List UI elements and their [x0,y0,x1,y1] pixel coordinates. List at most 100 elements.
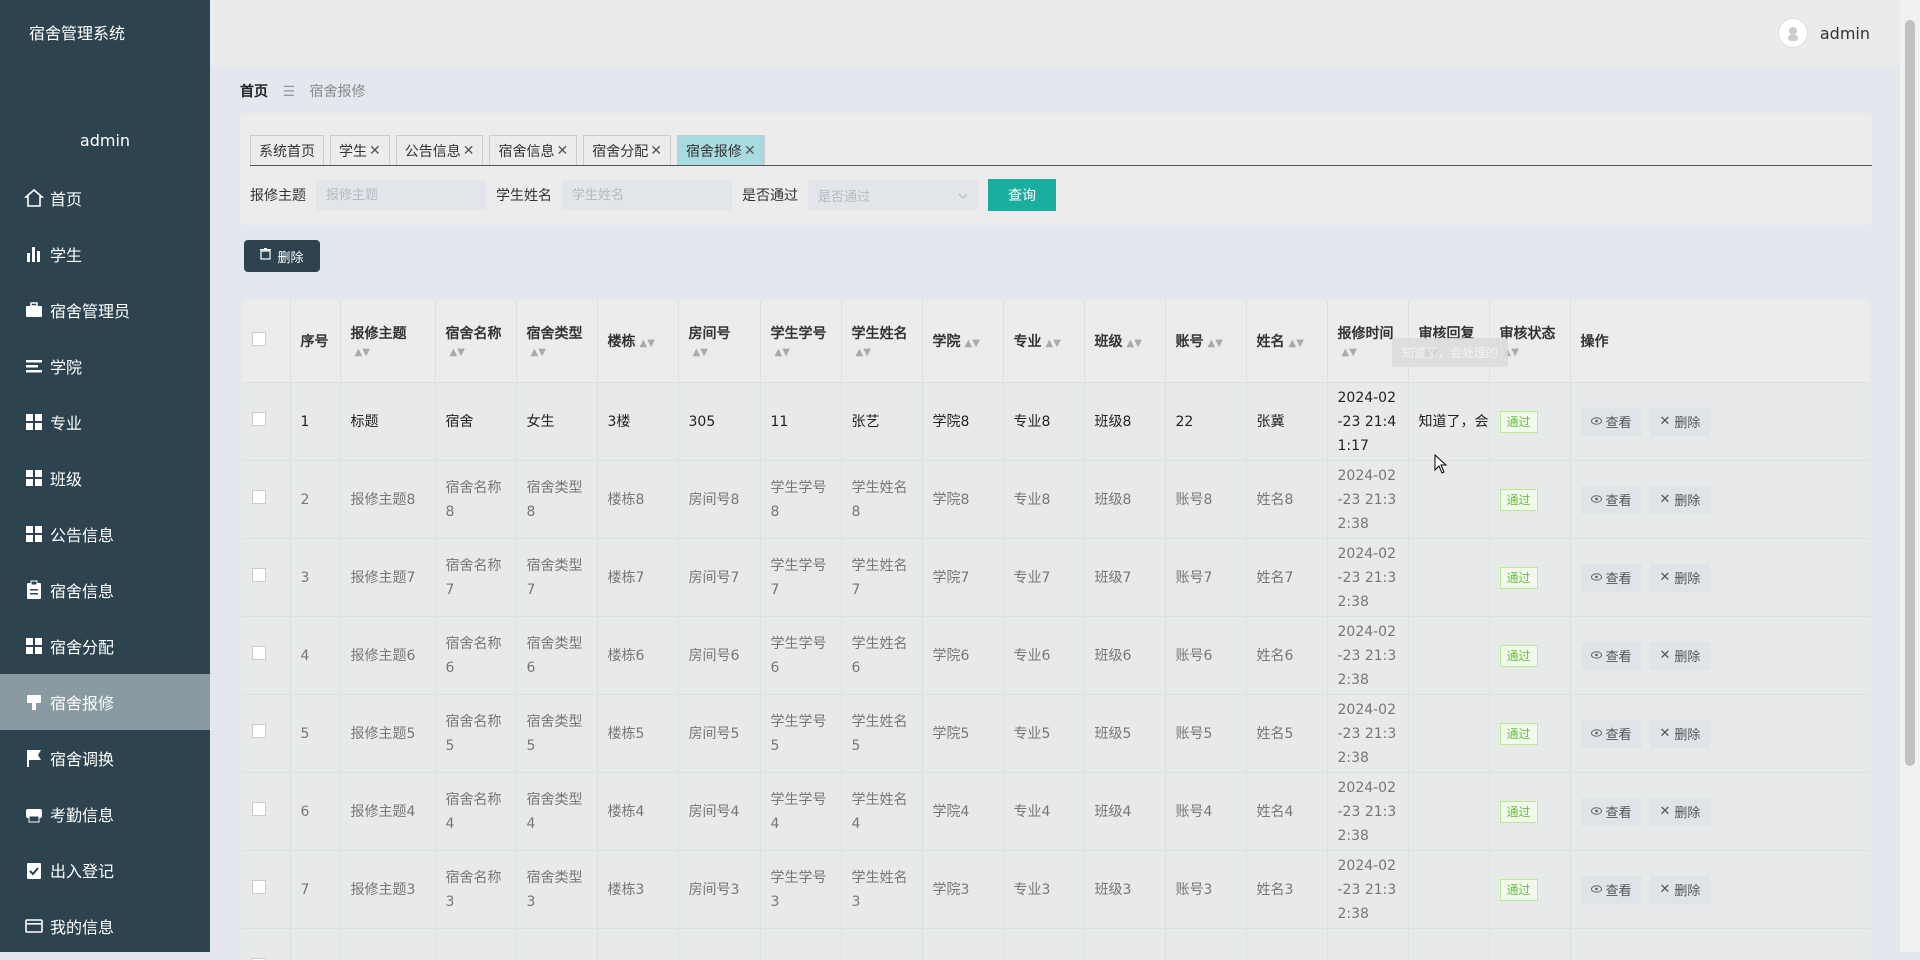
status-badge: 通过 [1500,723,1538,745]
table-cell: 2 [290,461,340,539]
column-header[interactable]: 学院▲▼ [922,300,1003,383]
header-username: admin [1820,24,1870,43]
row-delete-button[interactable]: ✕删除 [1650,564,1711,592]
sort-icon[interactable]: ▲▼ [355,347,370,358]
query-button[interactable]: 查询 [988,179,1056,211]
sort-icon[interactable]: ▲▼ [693,347,708,358]
close-icon[interactable]: ✕ [369,143,381,159]
sidebar-item-8[interactable]: 宿舍信息 [0,562,210,618]
column-header[interactable]: 报修主题▲▼ [340,300,435,383]
column-header-label: 操作 [1581,334,1609,350]
sort-icon[interactable]: ▲▼ [965,338,980,349]
table-cell: 学院6 [922,617,1003,695]
column-header[interactable]: 宿舍名称▲▼ [435,300,516,383]
tab-2[interactable]: 学生✕ [330,135,390,165]
sort-icon[interactable]: ▲▼ [640,338,655,349]
column-header[interactable]: 楼栋▲▼ [597,300,678,383]
column-header[interactable]: 专业 ▲▼ [1003,300,1084,383]
tab-label: 宿舍分配 [592,141,648,161]
tab-5[interactable]: 宿舍分配✕ [583,135,671,165]
sidebar-item-1[interactable]: 首页 [0,170,210,226]
user-menu[interactable]: admin [1778,18,1870,48]
row-delete-button[interactable]: ✕删除 [1650,642,1711,670]
close-icon[interactable]: ✕ [556,143,568,159]
sidebar-item-5[interactable]: 专业 [0,394,210,450]
batch-delete-button[interactable]: 删除 [244,240,320,272]
student-name-input[interactable] [562,180,732,210]
row-checkbox[interactable] [252,646,266,660]
sidebar-item-12[interactable]: 考勤信息 [0,786,210,842]
table-cell: 宿舍类型6 [516,617,597,695]
tab-6[interactable]: 宿舍报修✕ [677,135,765,165]
sort-icon[interactable]: ▲▼ [1289,338,1304,349]
select-all-checkbox[interactable] [252,332,266,346]
table-cell: 宿舍名称7 [435,539,516,617]
column-header[interactable]: 账号▲▼ [1165,300,1246,383]
sidebar-item-13[interactable]: 出入登记 [0,842,210,898]
close-icon[interactable]: ✕ [744,143,756,159]
column-header[interactable]: 学生姓名 ▲▼ [841,300,922,383]
table-cell [290,929,340,960]
table-cell [1084,929,1165,960]
column-header[interactable]: 房间号▲▼ [678,300,760,383]
column-header[interactable]: 班级▲▼ [1084,300,1165,383]
breadcrumb-home[interactable]: 首页 [240,84,268,100]
pass-status-select[interactable]: 是否通过 [808,180,978,210]
sidebar-item-2[interactable]: 学生 [0,226,210,282]
row-delete-button[interactable]: ✕删除 [1650,798,1711,826]
view-button[interactable]: 查看 [1581,408,1642,436]
view-label: 查看 [1606,880,1632,899]
column-header-label: 学生姓名 [852,326,908,342]
tab-1[interactable]: 系统首页 [250,135,324,165]
sort-icon[interactable]: ▲▼ [856,347,871,358]
row-delete-button[interactable]: ✕删除 [1650,876,1711,904]
sort-icon[interactable]: ▲▼ [1208,338,1223,349]
tab-3[interactable]: 公告信息✕ [396,135,484,165]
page-scrollbar[interactable] [1900,0,1920,952]
view-button[interactable]: 查看 [1581,720,1642,748]
close-icon[interactable]: ✕ [463,143,475,159]
breadcrumb: 首页 ☰ 宿舍报修 [240,81,365,101]
view-button[interactable]: 查看 [1581,564,1642,592]
sidebar-item-11[interactable]: 宿舍调换 [0,730,210,786]
table-cell: 2024-02-23 21:32:38 [1327,461,1408,539]
sort-icon[interactable]: ▲▼ [1127,338,1142,349]
subject-input[interactable] [316,180,486,210]
column-header[interactable]: 宿舍类型▲▼ [516,300,597,383]
row-checkbox[interactable] [252,802,266,816]
sort-icon[interactable]: ▲▼ [775,347,790,358]
tab-4[interactable]: 宿舍信息✕ [489,135,577,165]
row-checkbox[interactable] [252,412,266,426]
row-checkbox[interactable] [252,724,266,738]
sidebar-item-10[interactable]: 宿舍报修 [0,674,210,730]
sidebar-item-14[interactable]: 我的信息 [0,898,210,954]
row-delete-label: 删除 [1674,646,1700,665]
column-header[interactable]: 姓名▲▼ [1246,300,1327,383]
table-cell: 宿舍类型3 [516,851,597,929]
view-button[interactable]: 查看 [1581,486,1642,514]
close-icon[interactable]: ✕ [650,143,662,159]
column-header[interactable]: 学生学号▲▼ [760,300,841,383]
row-checkbox[interactable] [252,880,266,894]
view-button[interactable]: 查看 [1581,798,1642,826]
sidebar-item-4[interactable]: 学院 [0,338,210,394]
repair-table: 序号报修主题▲▼宿舍名称▲▼宿舍类型▲▼楼栋▲▼房间号▲▼学生学号▲▼学生姓名▲… [242,300,1870,960]
table-row: 宿舍名称宿舍类型学生学号学生姓名2024-02 [242,929,1870,960]
sort-icon[interactable]: ▲▼ [1342,347,1357,358]
row-delete-button[interactable]: ✕删除 [1650,408,1711,436]
row-checkbox[interactable] [252,490,266,504]
sort-icon[interactable]: ▲▼ [1046,338,1061,349]
sidebar-item-9[interactable]: 宿舍分配 [0,618,210,674]
sort-icon[interactable]: ▲▼ [531,347,546,358]
row-checkbox[interactable] [252,568,266,582]
sort-icon[interactable]: ▲▼ [450,347,465,358]
row-delete-button[interactable]: ✕删除 [1650,720,1711,748]
view-button[interactable]: 查看 [1581,642,1642,670]
view-button[interactable]: 查看 [1581,876,1642,904]
column-header-label: 专业 [1014,334,1042,350]
row-delete-button[interactable]: ✕删除 [1650,486,1711,514]
sidebar-item-3[interactable]: 宿舍管理员 [0,282,210,338]
sidebar-item-7[interactable]: 公告信息 [0,506,210,562]
scrollbar-thumb[interactable] [1905,20,1915,766]
sidebar-item-6[interactable]: 班级 [0,450,210,506]
